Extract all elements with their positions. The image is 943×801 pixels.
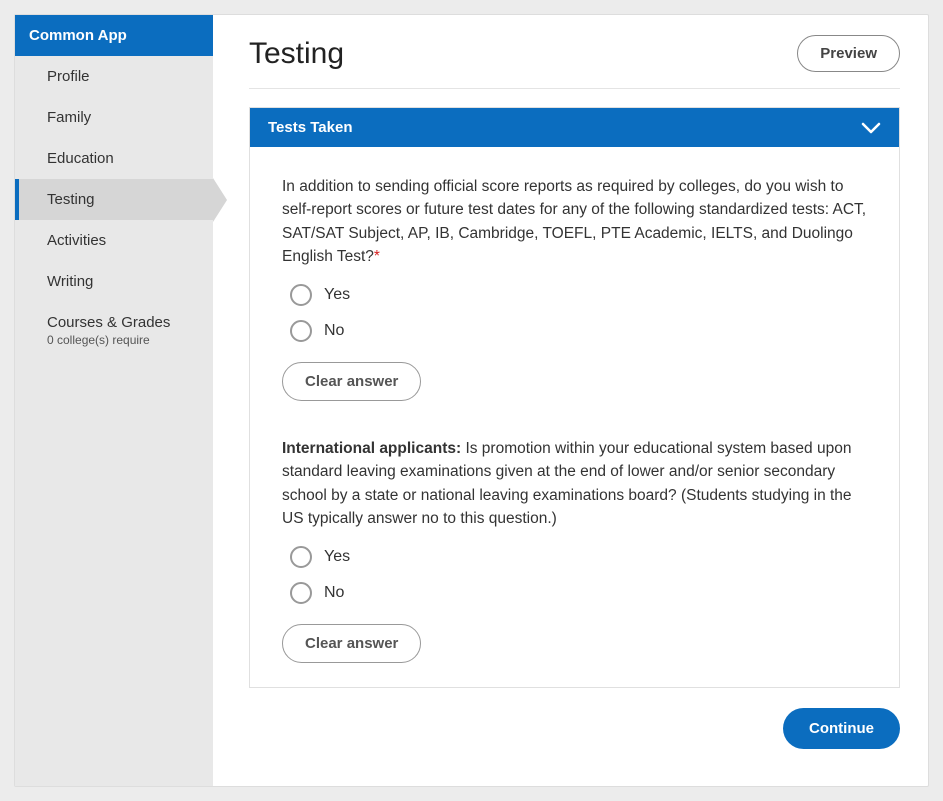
sidebar-item-label: Activities xyxy=(47,232,106,249)
sidebar-item-label: Education xyxy=(47,150,114,167)
radio-group-q2: Yes No xyxy=(290,546,867,604)
sidebar-item-label: Writing xyxy=(47,273,93,290)
radio-q2-yes[interactable]: Yes xyxy=(290,546,867,568)
chevron-down-icon xyxy=(861,122,881,134)
sidebar-header: Common App xyxy=(15,15,213,56)
sidebar-item-label: Courses & Grades xyxy=(47,314,170,331)
sidebar-item-courses-grades[interactable]: Courses & Grades 0 college(s) require xyxy=(15,302,213,359)
radio-label: Yes xyxy=(324,286,350,304)
radio-q1-yes[interactable]: Yes xyxy=(290,284,867,306)
sidebar-item-testing[interactable]: Testing xyxy=(15,179,213,220)
required-indicator: * xyxy=(374,248,380,265)
continue-button[interactable]: Continue xyxy=(783,708,900,749)
clear-answer-q2-button[interactable]: Clear answer xyxy=(282,624,421,663)
sidebar-item-family[interactable]: Family xyxy=(15,97,213,138)
sidebar-item-education[interactable]: Education xyxy=(15,138,213,179)
radio-group-q1: Yes No xyxy=(290,284,867,342)
radio-circle-icon xyxy=(290,320,312,342)
sidebar-item-profile[interactable]: Profile xyxy=(15,56,213,97)
question-text: International applicants: Is promotion w… xyxy=(282,437,867,530)
radio-q1-no[interactable]: No xyxy=(290,320,867,342)
question-body: In addition to sending official score re… xyxy=(282,178,866,265)
sidebar-item-subtext: 0 college(s) require xyxy=(47,333,199,347)
main-content: Testing Preview Tests Taken In addition … xyxy=(213,15,928,786)
radio-circle-icon xyxy=(290,284,312,306)
radio-label: No xyxy=(324,584,344,602)
radio-q2-no[interactable]: No xyxy=(290,582,867,604)
preview-button[interactable]: Preview xyxy=(797,35,900,72)
radio-circle-icon xyxy=(290,546,312,568)
sidebar-item-writing[interactable]: Writing xyxy=(15,261,213,302)
card-title: Tests Taken xyxy=(268,119,352,136)
card-body: In addition to sending official score re… xyxy=(250,147,899,687)
clear-answer-q1-button[interactable]: Clear answer xyxy=(282,362,421,401)
sidebar-item-label: Testing xyxy=(47,191,95,208)
question-lead: International applicants: xyxy=(282,440,461,457)
sidebar-item-label: Family xyxy=(47,109,91,126)
tests-taken-card: Tests Taken In addition to sending offic… xyxy=(249,107,900,688)
tests-taken-header[interactable]: Tests Taken xyxy=(250,108,899,147)
question-self-report: In addition to sending official score re… xyxy=(282,175,867,401)
radio-label: No xyxy=(324,322,344,340)
app-container: Common App Profile Family Education Test… xyxy=(14,14,929,787)
question-international: International applicants: Is promotion w… xyxy=(282,437,867,663)
page-title: Testing xyxy=(249,37,344,71)
page-header: Testing Preview xyxy=(249,35,900,89)
sidebar-items: Profile Family Education Testing Activit… xyxy=(15,56,213,359)
sidebar: Common App Profile Family Education Test… xyxy=(15,15,213,786)
sidebar-item-label: Profile xyxy=(47,68,90,85)
footer-actions: Continue xyxy=(249,708,900,749)
radio-label: Yes xyxy=(324,548,350,566)
sidebar-item-activities[interactable]: Activities xyxy=(15,220,213,261)
radio-circle-icon xyxy=(290,582,312,604)
question-text: In addition to sending official score re… xyxy=(282,175,867,268)
